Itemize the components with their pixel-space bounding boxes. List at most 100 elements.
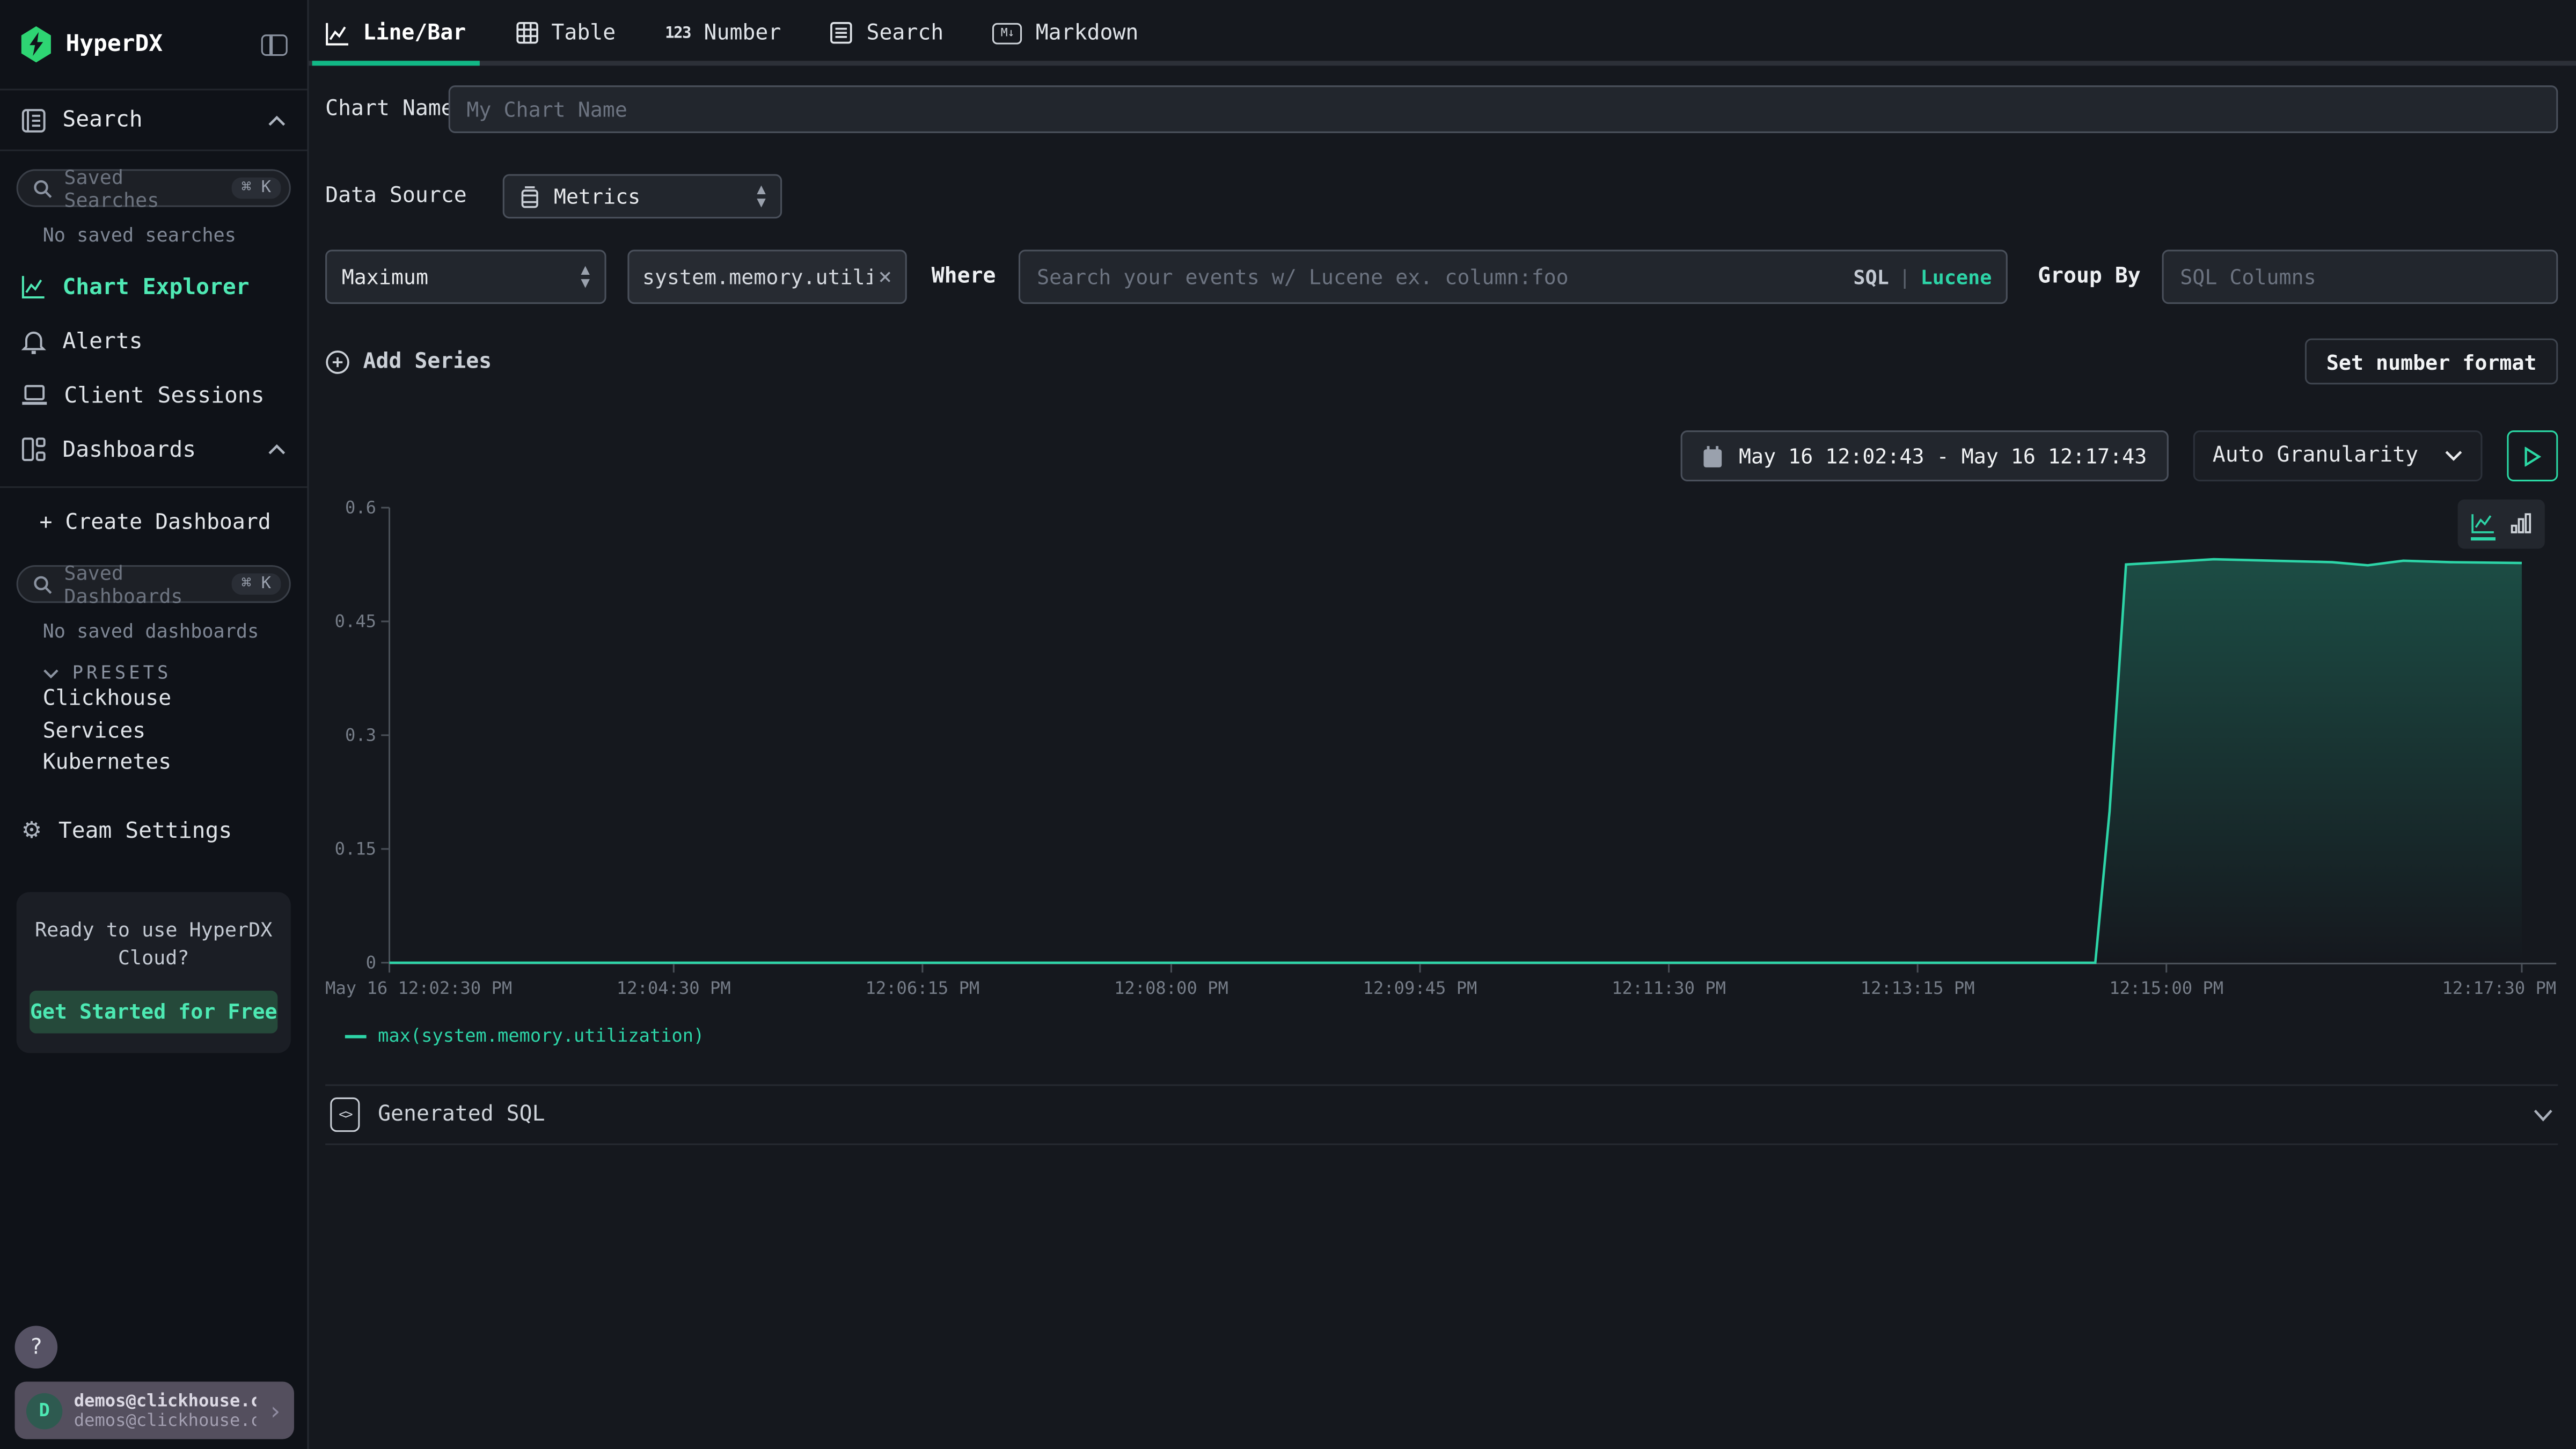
granularity-select[interactable]: Auto Granularity (2193, 430, 2482, 481)
collapse-sidebar-icon[interactable] (261, 34, 288, 55)
presets-toggle[interactable]: PRESETS (0, 662, 307, 684)
help-button[interactable]: ? (15, 1326, 58, 1368)
chevron-up-icon (268, 114, 286, 126)
tab-table[interactable]: Table (515, 0, 616, 65)
create-dashboard-label: + Create Dashboard (39, 510, 270, 535)
svg-text:12:15:00 PM: 12:15:00 PM (2109, 978, 2223, 998)
svg-text:0.3: 0.3 (345, 725, 376, 745)
data-source-select[interactable]: Metrics ▲▼ (503, 174, 782, 218)
preset-item-clickhouse[interactable]: Clickhouse (0, 683, 307, 715)
aggregation-value: Maximum (342, 265, 428, 289)
chart-name-label: Chart Name (325, 97, 449, 122)
hyperdx-logo-icon (20, 26, 53, 62)
tab-label: Table (551, 20, 616, 45)
chevron-down-icon (43, 668, 60, 677)
svg-text:12:06:15 PM: 12:06:15 PM (866, 978, 980, 998)
chevron-right-icon: › (268, 1396, 283, 1425)
set-number-format-button[interactable]: Set number format (2305, 339, 2558, 385)
get-started-button[interactable]: Get Started for Free (30, 990, 277, 1033)
user-email: demos@clickhouse.com (74, 1391, 257, 1410)
chart-controls-row: May 16 12:02:43 - May 16 12:17:43 Auto G… (325, 430, 2558, 481)
toggle-separator: | (1899, 265, 1911, 288)
svg-text:12:13:15 PM: 12:13:15 PM (1861, 978, 1975, 998)
timeseries-chart[interactable]: 00.150.30.450.6May 16 12:02:30 PM12:04:3… (325, 496, 2556, 1012)
query-language-toggle: SQL | Lucene (1853, 250, 1992, 304)
line-chart-icon (325, 20, 350, 45)
svg-text:0.6: 0.6 (345, 497, 376, 518)
sql-mode-button[interactable]: SQL (1853, 265, 1889, 288)
tab-bar: Line/Bar Table 123 Number Search M↓ Ma (325, 0, 2558, 65)
metric-name: system.memory.utilization (642, 265, 872, 289)
remove-metric-icon[interactable]: × (878, 264, 892, 290)
tab-search[interactable]: Search (830, 0, 943, 65)
svg-text:May 16 12:02:30 PM: May 16 12:02:30 PM (325, 978, 512, 998)
sidebar-item-client-sessions[interactable]: Client Sessions (0, 368, 307, 422)
aggregation-select[interactable]: Maximum ▲▼ (325, 250, 606, 304)
chevron-up-icon (268, 444, 286, 455)
legend-label: max(system.memory.utilization) (378, 1025, 704, 1046)
preset-item-services[interactable]: Services (0, 715, 307, 748)
sidebar-item-alerts[interactable]: Alerts (0, 314, 307, 368)
no-saved-dashboards-note: No saved dashboards (0, 619, 307, 642)
metric-field-tag[interactable]: system.memory.utilization × (627, 250, 906, 304)
legend-marker (345, 1034, 367, 1037)
app-title: HyperDX (65, 31, 261, 57)
where-label: Where (932, 265, 996, 289)
sidebar-item-chart-explorer[interactable]: Chart Explorer (0, 260, 307, 314)
tab-track (309, 61, 2576, 65)
markdown-icon: M↓ (993, 22, 1022, 43)
nav-label: Dashboards (62, 436, 251, 463)
data-source-label: Data Source (325, 184, 467, 209)
saved-searches-placeholder: Saved Searches (64, 165, 220, 211)
sidebar-bottom: ? D demos@clickhouse.com demos@clickhous… (0, 1326, 309, 1449)
lucene-mode-button[interactable]: Lucene (1921, 265, 1992, 288)
app-window: HyperDX Search Saved Searches ⌘ K No sav… (0, 0, 2576, 1449)
laptop-icon (21, 384, 48, 406)
chevron-down-icon (2533, 1108, 2553, 1121)
calendar-icon (1703, 444, 1724, 467)
data-source-row: Data Source Metrics ▲▼ (325, 174, 2558, 218)
nav-label: Team Settings (58, 818, 232, 844)
svg-text:12:09:45 PM: 12:09:45 PM (1363, 978, 1477, 998)
date-range-picker[interactable]: May 16 12:02:43 - May 16 12:17:43 (1681, 430, 2168, 481)
create-dashboard-button[interactable]: + Create Dashboard (0, 498, 307, 547)
run-query-button[interactable] (2507, 430, 2558, 481)
tab-markdown[interactable]: M↓ Markdown (993, 0, 1138, 65)
line-chart-toggle-icon[interactable] (2471, 513, 2496, 540)
presets-header-label: PRESETS (72, 662, 172, 684)
chart-panel: 00.150.30.450.6May 16 12:02:30 PM12:04:3… (325, 496, 2558, 1046)
promo-title-line1: Ready to use HyperDX (30, 916, 277, 944)
user-menu[interactable]: D demos@clickhouse.com demos@clickhouse.… (15, 1381, 294, 1439)
tab-label: Search (867, 20, 944, 45)
add-series-button[interactable]: Add Series (325, 349, 492, 374)
preset-item-kubernetes[interactable]: Kubernetes (0, 748, 307, 780)
code-icon: <> (330, 1097, 360, 1132)
tab-line-bar[interactable]: Line/Bar (325, 0, 466, 65)
group-by-label: Group By (2038, 265, 2141, 289)
line-chart-icon (21, 274, 46, 299)
avatar: D (26, 1392, 62, 1428)
saved-dashboards-input[interactable]: Saved Dashboards ⌘ K (17, 565, 291, 603)
nav-label: Chart Explorer (62, 274, 249, 300)
gear-icon: ⚙ (21, 820, 42, 843)
select-chevrons-icon: ▲▼ (757, 183, 766, 209)
nav-label: Alerts (62, 328, 142, 354)
svg-text:12:17:30 PM: 12:17:30 PM (2442, 978, 2557, 998)
search-icon (33, 178, 53, 198)
svg-text:0.45: 0.45 (335, 611, 376, 632)
cloud-promo-card: Ready to use HyperDX Cloud? Get Started … (17, 891, 291, 1052)
chart-name-input[interactable] (449, 85, 2558, 133)
group-by-input[interactable] (2162, 250, 2558, 304)
number-123-icon: 123 (665, 24, 691, 42)
database-icon (519, 185, 541, 208)
saved-searches-input[interactable]: Saved Searches ⌘ K (17, 169, 291, 207)
sidebar-item-team-settings[interactable]: ⚙ Team Settings (0, 804, 307, 858)
sidebar-item-dashboards[interactable]: Dashboards (0, 422, 307, 477)
list-icon (830, 21, 853, 45)
tab-number[interactable]: 123 Number (665, 0, 781, 65)
generated-sql-toggle[interactable]: <> Generated SQL (325, 1084, 2558, 1145)
bar-chart-toggle-icon[interactable] (2511, 509, 2532, 540)
dashboards-icon (21, 437, 46, 462)
sidebar-item-search[interactable]: Search (0, 90, 307, 151)
saved-dashboards-placeholder: Saved Dashboards (64, 561, 220, 607)
